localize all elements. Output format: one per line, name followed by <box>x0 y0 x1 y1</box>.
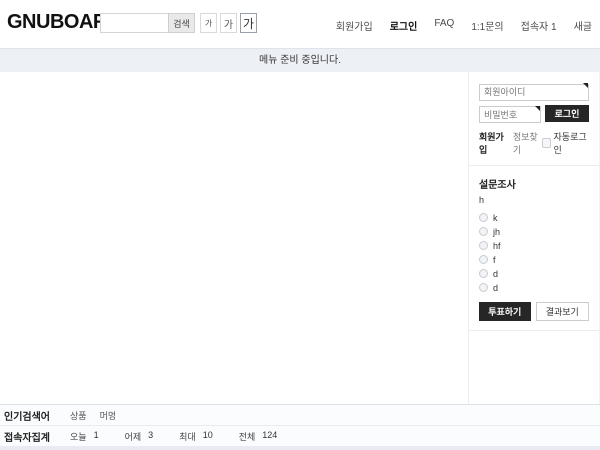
poll-option[interactable]: d <box>479 267 589 280</box>
signup-link[interactable]: 회원가입 <box>479 130 508 156</box>
stat-name: 최대 <box>179 430 196 443</box>
search-button[interactable]: 검색 <box>168 13 195 33</box>
poll-option[interactable]: f <box>479 253 589 266</box>
password-input[interactable] <box>479 106 541 123</box>
poll-option[interactable]: d <box>479 281 589 294</box>
font-large-button[interactable]: 가 <box>240 13 257 33</box>
font-size-buttons: 가 가 가 <box>200 13 257 33</box>
radio-icon[interactable] <box>479 213 488 222</box>
nav-register[interactable]: 회원가입 <box>336 18 373 33</box>
auto-login-label: 자동로그인 <box>554 130 589 156</box>
keyword-link[interactable]: 머멍 <box>100 409 117 422</box>
stat-value: 124 <box>262 430 277 443</box>
radio-icon[interactable] <box>479 227 488 236</box>
stat-name: 전체 <box>239 430 256 443</box>
poll-option[interactable]: hf <box>479 239 589 252</box>
stat-name: 오늘 <box>70 430 87 443</box>
poll-option-label: f <box>493 255 496 265</box>
poll-option[interactable]: jh <box>479 225 589 238</box>
nav-visitors[interactable]: 접속자 1 <box>521 18 557 33</box>
popular-keywords-label: 인기검색어 <box>4 408 70 423</box>
radio-icon[interactable] <box>479 283 488 292</box>
nav-new-posts[interactable]: 새글 <box>574 18 592 33</box>
poll-question: h <box>479 195 589 205</box>
stat-max: 최대 10 <box>179 430 213 443</box>
menu-placeholder-bar: 메뉴 준비 중입니다. <box>0 48 600 72</box>
stat-name: 어제 <box>125 430 142 443</box>
poll-option-label: k <box>493 213 498 223</box>
find-info-link[interactable]: 정보찾기 <box>513 130 542 156</box>
visitor-stats: 오늘 1 어제 3 최대 10 전체 124 <box>70 430 303 443</box>
stat-total: 전체 124 <box>239 430 278 443</box>
font-medium-button[interactable]: 가 <box>220 13 237 33</box>
search-box: 검색 <box>100 13 195 33</box>
poll-title: 설문조사 <box>479 176 589 191</box>
login-box: 로그인 회원가입 정보찾기 자동로그인 <box>469 72 599 166</box>
bottom-strip <box>0 446 600 450</box>
poll-option-label: d <box>493 269 498 279</box>
stat-value: 10 <box>203 430 213 443</box>
main-empty-area <box>0 72 468 404</box>
poll-options: k jh hf f d <box>479 211 589 294</box>
keyword-link[interactable]: 상품 <box>70 409 87 422</box>
content-area: 로그인 회원가입 정보찾기 자동로그인 설문조사 h k <box>0 72 600 404</box>
login-button[interactable]: 로그인 <box>545 105 589 122</box>
nav-faq[interactable]: FAQ <box>434 18 454 33</box>
radio-icon[interactable] <box>479 255 488 264</box>
top-nav: 회원가입 로그인 FAQ 1:1문의 접속자 1 새글 <box>336 18 592 33</box>
search-input[interactable] <box>100 13 168 33</box>
radio-icon[interactable] <box>479 241 488 250</box>
auto-login-checkbox[interactable] <box>542 138 551 148</box>
poll-option-label: d <box>493 283 498 293</box>
popular-keywords-row: 인기검색어 상품 머멍 <box>0 404 600 425</box>
stat-today: 오늘 1 <box>70 430 99 443</box>
password-row: 로그인 <box>479 105 589 124</box>
sidebar: 로그인 회원가입 정보찾기 자동로그인 설문조사 h k <box>468 72 600 404</box>
poll-option-label: jh <box>493 227 500 237</box>
auto-login: 자동로그인 <box>542 130 589 156</box>
nav-inquiry[interactable]: 1:1문의 <box>471 18 503 33</box>
font-small-button[interactable]: 가 <box>200 13 217 33</box>
member-id-wrap <box>479 82 589 101</box>
visitor-stats-row: 접속자집계 오늘 1 어제 3 최대 10 전체 124 <box>0 425 600 446</box>
poll-box: 설문조사 h k jh hf f <box>469 166 599 331</box>
stat-value: 3 <box>148 430 153 443</box>
nav-login[interactable]: 로그인 <box>390 18 418 33</box>
stat-yesterday: 어제 3 <box>125 430 154 443</box>
header: GNUBOARD5 검색 가 가 가 회원가입 로그인 FAQ 1:1문의 접속… <box>0 0 600 48</box>
vote-button[interactable]: 투표하기 <box>479 302 531 321</box>
visitor-stats-label: 접속자집계 <box>4 429 70 444</box>
keyword-list: 상품 머멍 <box>70 409 116 422</box>
stat-value: 1 <box>94 430 99 443</box>
login-links: 회원가입 정보찾기 자동로그인 <box>479 130 589 156</box>
poll-buttons: 투표하기 결과보기 <box>479 302 589 321</box>
poll-option[interactable]: k <box>479 211 589 224</box>
poll-option-label: hf <box>493 241 501 251</box>
member-id-input[interactable] <box>479 84 589 101</box>
password-wrap <box>479 105 541 124</box>
poll-result-button[interactable]: 결과보기 <box>536 302 590 321</box>
radio-icon[interactable] <box>479 269 488 278</box>
